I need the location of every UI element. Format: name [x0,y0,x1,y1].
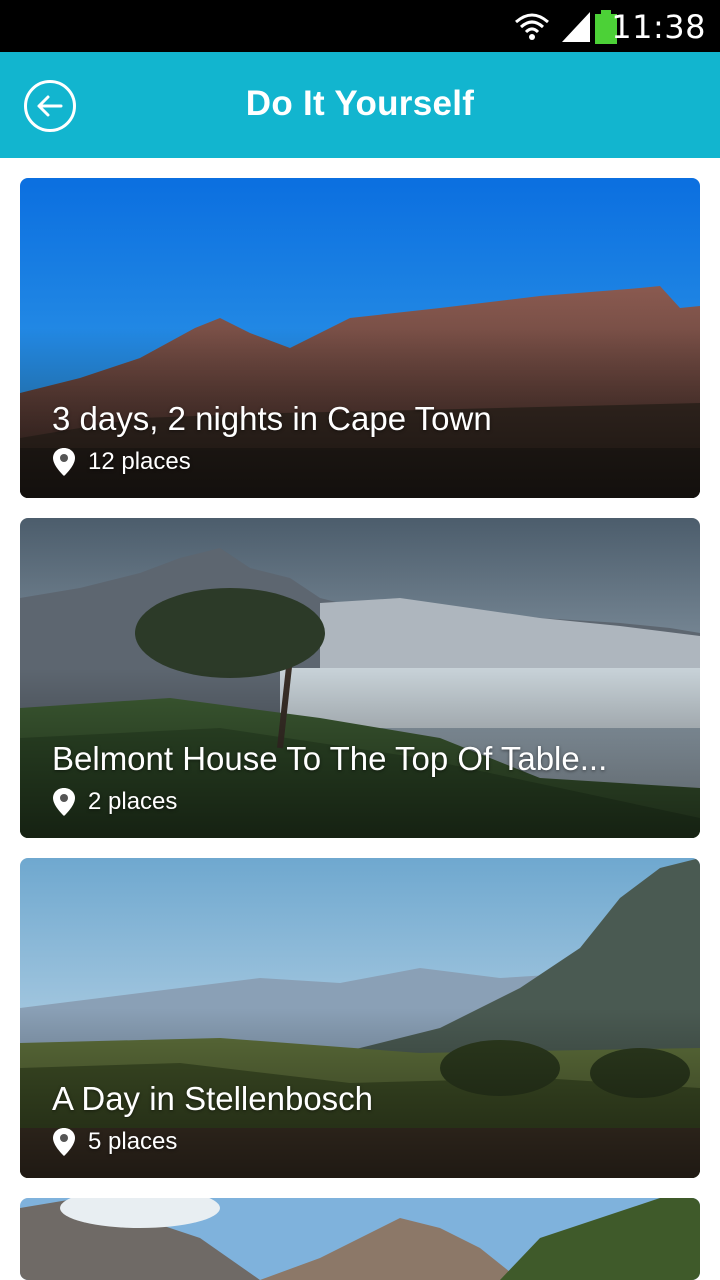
trip-places: 2 places [52,788,177,816]
trip-places-count: 5 places [88,1128,178,1155]
status-bar: 11:38 [0,0,720,52]
trip-places: 5 places [52,1128,177,1156]
trip-card[interactable]: 3 days, 2 nights in Cape Town 12 places [20,178,700,498]
location-pin-icon [53,788,75,816]
page-title: Do It Yourself [245,84,475,123]
trip-title: Belmont House To The Top Of Table... [52,740,608,777]
trip-places-count: 2 places [88,788,178,815]
trip-card[interactable] [20,1198,700,1280]
status-time: 11:38 [611,8,706,46]
trip-places: 12 places [52,448,191,476]
location-pin-icon [53,1128,75,1156]
trip-card[interactable]: A Day in Stellenbosch 5 places [20,858,700,1178]
trip-card[interactable]: Belmont House To The Top Of Table... 2 p… [20,518,700,838]
trip-places-count: 12 places [88,448,191,475]
trip-title: 3 days, 2 nights in Cape Town [52,400,492,437]
trip-title: A Day in Stellenbosch [52,1080,374,1117]
signal-icon [562,12,590,42]
trip-image [20,1198,700,1280]
location-pin-icon [53,448,75,476]
trip-list: 3 days, 2 nights in Cape Town 12 places [20,178,700,1280]
wifi-icon [515,13,549,40]
app-bar: Do It Yourself [0,52,720,158]
